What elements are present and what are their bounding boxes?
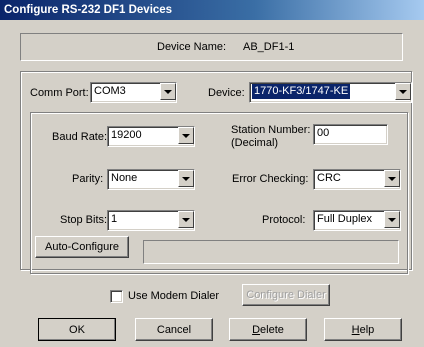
device-label: Device: <box>208 87 245 99</box>
ok-label: OK <box>69 323 85 336</box>
chevron-down-icon[interactable] <box>178 127 194 144</box>
chevron-down-icon[interactable] <box>384 170 400 187</box>
auto-configure-button[interactable]: Auto-Configure <box>35 236 129 258</box>
help-button[interactable]: Help <box>324 318 402 341</box>
device-value: 1770-KF3/1747-KE <box>252 84 351 99</box>
window-title: Configure RS-232 DF1 Devices <box>4 4 173 16</box>
comm-port-label: Comm Port: <box>30 87 89 99</box>
protocol-value: Full Duplex <box>317 213 373 225</box>
parity-label: Parity: <box>72 173 104 185</box>
protocol-label: Protocol: <box>262 214 306 226</box>
configure-dialer-button[interactable]: Configure Dialer <box>242 284 330 306</box>
help-rest: elp <box>359 323 375 336</box>
stop-bits-label: Stop Bits: <box>60 214 108 226</box>
auto-configure-label: Auto-Configure <box>45 241 119 253</box>
help-label: Help <box>352 324 375 336</box>
chevron-down-icon[interactable] <box>178 170 194 187</box>
auto-configure-status <box>143 240 399 264</box>
help-accel: H <box>351 323 360 336</box>
station-number-input[interactable]: 00 <box>313 124 388 145</box>
device-select[interactable]: 1770-KF3/1747-KE <box>249 82 412 103</box>
stop-bits-value: 1 <box>111 213 118 225</box>
protocol-select[interactable]: Full Duplex <box>313 210 401 231</box>
chevron-down-icon[interactable] <box>178 211 194 228</box>
station-number-value: 00 <box>317 127 330 139</box>
comm-port-value: COM3 <box>94 85 126 97</box>
error-checking-select[interactable]: CRC <box>313 169 401 190</box>
delete-button[interactable]: Delete <box>229 318 307 341</box>
dialog-window: Configure RS-232 DF1 Devices Device Name… <box>0 0 424 347</box>
title-bar: Configure RS-232 DF1 Devices <box>0 0 424 20</box>
use-modem-label: Use Modem Dialer <box>128 290 220 302</box>
baud-rate-value: 19200 <box>111 129 142 141</box>
baud-rate-label: Baud Rate: <box>52 131 108 143</box>
cancel-button[interactable]: Cancel <box>135 318 213 341</box>
comm-port-select[interactable]: COM3 <box>90 82 177 103</box>
error-checking-label: Error Checking: <box>232 173 309 185</box>
device-name-label: Device Name: <box>157 41 227 53</box>
parity-value: None <box>111 172 138 184</box>
station-number-sublabel: (Decimal) <box>231 137 279 149</box>
chevron-down-icon[interactable] <box>384 211 400 228</box>
error-checking-value: CRC <box>317 172 341 184</box>
delete-rest: elete <box>260 323 284 336</box>
use-modem-checkbox[interactable] <box>110 290 123 303</box>
station-number-label: Station Number: <box>231 124 311 136</box>
baud-rate-select[interactable]: 19200 <box>107 126 195 147</box>
ok-button[interactable]: OK <box>38 318 116 341</box>
device-name-value: AB_DF1-1 <box>243 41 295 53</box>
stop-bits-select[interactable]: 1 <box>107 210 195 231</box>
delete-accel: D <box>252 323 261 336</box>
configure-dialer-label: Configure Dialer <box>246 289 326 301</box>
chevron-down-icon[interactable] <box>160 83 176 100</box>
parity-select[interactable]: None <box>107 169 195 190</box>
device-name-panel: Device Name: AB_DF1-1 <box>20 33 403 61</box>
delete-label: Delete <box>252 324 284 336</box>
cancel-label: Cancel <box>156 323 192 336</box>
chevron-down-icon[interactable] <box>395 83 411 100</box>
